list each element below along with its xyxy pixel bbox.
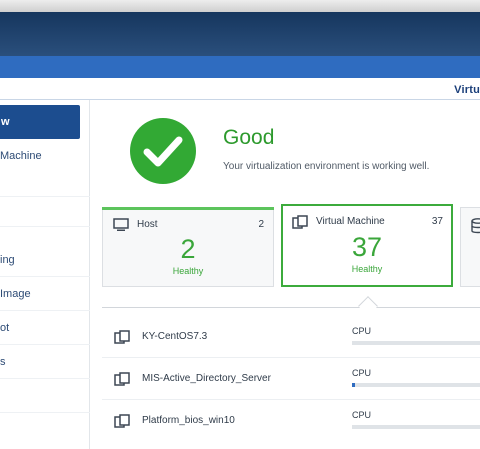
vm-list-row[interactable]: MIS-Active_Directory_Server CPU [102, 356, 480, 400]
screen: Virtu w Machine ing Image ot s Good Your… [0, 0, 480, 449]
vm-list-row[interactable]: KY-CentOS7.3 CPU [102, 314, 480, 358]
cpu-usage-bar [352, 425, 480, 429]
card-big-number: 37 [351, 232, 383, 262]
sidebar: w Machine ing Image ot s [0, 100, 90, 449]
vm-icon [114, 372, 130, 386]
vm-metric-label: CPU [352, 368, 372, 378]
status-good-badge [130, 118, 196, 184]
card-count: 37 [431, 216, 443, 227]
host-card[interactable]: Host 2 2 Healthy [102, 207, 274, 287]
card-state: Healthy [351, 264, 383, 274]
sidebar-item-label: w [1, 116, 10, 128]
health-bar [102, 207, 274, 210]
sidebar-item-label: ing [0, 254, 15, 266]
vm-metric-label: CPU [352, 326, 372, 336]
vm-icon [114, 414, 130, 428]
vm-icon [292, 215, 308, 229]
sidebar-item-logs[interactable]: s [0, 346, 90, 378]
vm-name: KY-CentOS7.3 [142, 331, 208, 342]
checkmark-icon [143, 136, 183, 167]
sidebar-divider [0, 344, 90, 345]
vm-metric-label: CPU [352, 410, 372, 420]
vm-list-row[interactable]: Platform_bios_win10 CPU [102, 398, 480, 442]
sidebar-item-overview[interactable]: w [0, 105, 80, 139]
status-title: Good [223, 126, 275, 149]
sidebar-divider [0, 412, 90, 413]
card-state: Healthy [172, 266, 204, 276]
sidebar-item-networking[interactable]: ing [0, 244, 90, 276]
sidebar-divider [0, 378, 90, 379]
monitor-bezel [0, 0, 480, 12]
desktop-taskbar [0, 12, 480, 56]
sidebar-divider [0, 310, 90, 311]
card-count: 2 [258, 219, 264, 230]
storage-card[interactable] [460, 207, 480, 287]
sidebar-divider [0, 226, 90, 227]
sidebar-item-label: Image [0, 288, 31, 300]
virtual-machine-card[interactable]: Virtual Machine 37 37 Healthy [281, 204, 453, 287]
cpu-usage-bar [352, 341, 480, 345]
vm-icon [114, 330, 130, 344]
window-titlebar [0, 56, 480, 78]
card-label: Virtual Machine [316, 216, 385, 227]
monitor-icon [113, 218, 129, 231]
section-divider [102, 307, 480, 308]
sidebar-item-virtual-machine[interactable]: Machine [0, 140, 90, 172]
vm-name: Platform_bios_win10 [142, 415, 235, 426]
cpu-usage-bar [352, 383, 480, 387]
sidebar-item-label: Machine [0, 150, 42, 162]
database-icon [471, 218, 480, 234]
sidebar-divider [0, 196, 90, 197]
card-label: Host [137, 219, 158, 230]
sidebar-item-image[interactable]: Image [0, 278, 90, 310]
vm-name: MIS-Active_Directory_Server [142, 373, 271, 384]
sidebar-item-label: s [0, 356, 6, 368]
status-subtitle: Your virtualization environment is worki… [223, 161, 430, 172]
sidebar-item-snapshot[interactable]: ot [0, 312, 90, 344]
sidebar-item-label: ot [0, 322, 10, 334]
sidebar-divider [0, 276, 90, 277]
card-big-number: 2 [180, 234, 196, 264]
app-title: Virtu [454, 84, 480, 96]
cpu-usage-fill [352, 383, 355, 387]
